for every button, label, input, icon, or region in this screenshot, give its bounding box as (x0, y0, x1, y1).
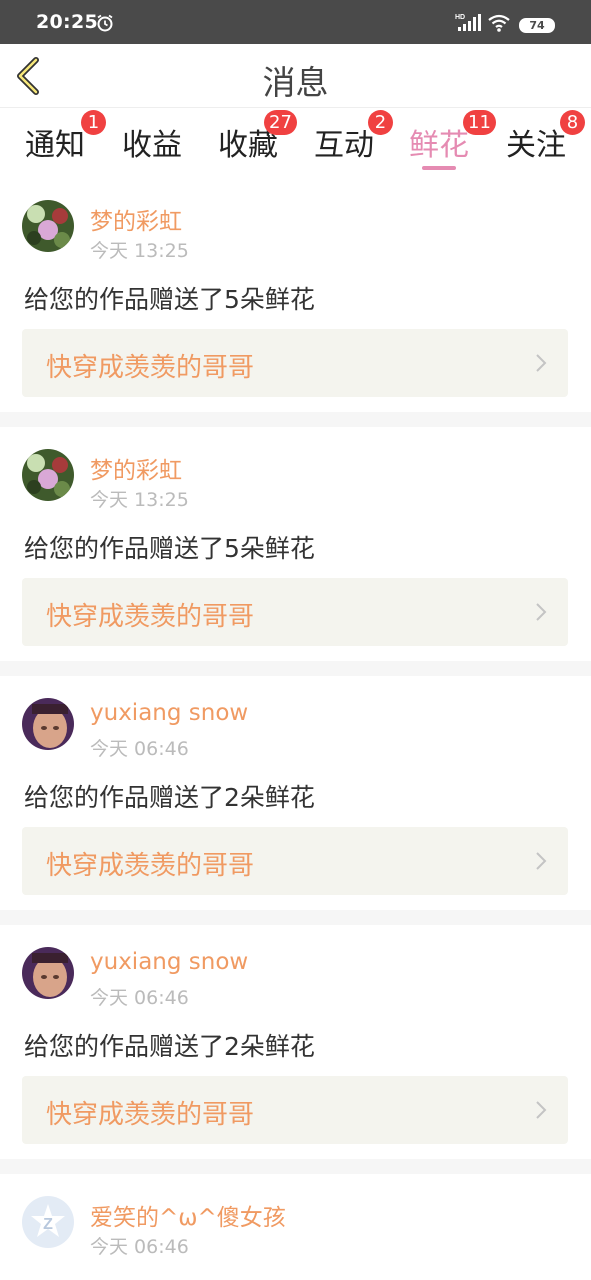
battery-icon: 74 (519, 18, 555, 33)
timestamp: 今天 13:25 (90, 240, 189, 262)
message-text: 给您的作品赠送了2朵鲜花 (24, 1032, 315, 1061)
tab-bar: 通知 1 收益 收藏 27 互动 2 鲜花 11 关注 8 (0, 110, 591, 176)
username[interactable]: yuxiang snow (90, 700, 248, 726)
svg-text:HD: HD (455, 14, 465, 21)
tab-label: 收益 (122, 128, 182, 163)
timestamp: 今天 13:25 (90, 489, 189, 511)
tab-earnings[interactable]: 收益 (112, 120, 192, 164)
tab-badge: 11 (463, 110, 496, 135)
message-text: 给您的作品赠送了5朵鲜花 (24, 534, 315, 563)
work-link[interactable]: 快穿成羡羡的哥哥 (22, 578, 568, 646)
tab-flowers[interactable]: 鲜花 11 (399, 110, 496, 164)
message-text: 给您的作品赠送了5朵鲜花 (24, 285, 315, 314)
list-item: yuxiang snow 今天 06:46 给您的作品赠送了2朵鲜花 快穿成羡羡… (0, 925, 591, 1159)
work-link[interactable]: 快穿成羡羡的哥哥 (22, 329, 568, 397)
divider (0, 412, 591, 428)
chevron-right-icon (536, 852, 547, 870)
status-bar: 20:25 HD 74 (0, 0, 591, 44)
svg-text:Z: Z (43, 1216, 53, 1233)
avatar[interactable] (22, 449, 74, 501)
active-tab-indicator (422, 166, 456, 170)
header: 消息 (0, 44, 591, 108)
list-item: yuxiang snow 今天 06:46 给您的作品赠送了2朵鲜花 快穿成羡羡… (0, 676, 591, 910)
chevron-right-icon (536, 603, 547, 621)
username[interactable]: 梦的彩虹 (90, 451, 182, 485)
tab-label: 互动 (314, 128, 374, 163)
avatar[interactable]: Z (22, 1196, 74, 1248)
username[interactable]: yuxiang snow (90, 949, 248, 975)
tab-badge: 1 (81, 110, 106, 135)
work-link[interactable]: 快穿成羡羡的哥哥 (22, 1076, 568, 1144)
tab-label: 关注 (506, 128, 566, 163)
work-title: 快穿成羡羡的哥哥 (46, 851, 255, 881)
timestamp: 今天 06:46 (90, 738, 189, 760)
divider (0, 661, 591, 677)
work-link[interactable]: 快穿成羡羡的哥哥 (22, 827, 568, 895)
tab-badge: 27 (264, 110, 297, 135)
tab-badge: 2 (368, 110, 393, 135)
page-title: 消息 (262, 63, 329, 102)
timestamp: 今天 06:46 (90, 1236, 189, 1258)
work-title: 快穿成羡羡的哥哥 (46, 353, 255, 383)
avatar[interactable] (22, 698, 74, 750)
work-title: 快穿成羡羡的哥哥 (46, 602, 255, 632)
timestamp: 今天 06:46 (90, 987, 189, 1009)
tab-following[interactable]: 关注 8 (496, 110, 585, 164)
tab-label: 鲜花 (409, 128, 469, 163)
wifi-icon (488, 14, 510, 32)
list-item: Z 爱笑的^ω^傻女孩 今天 06:46 (0, 1174, 591, 1280)
tab-notifications[interactable]: 通知 1 (15, 110, 106, 164)
hd-signal-icon: HD (455, 14, 481, 31)
divider (0, 910, 591, 926)
tab-interactions[interactable]: 互动 2 (304, 110, 393, 164)
message-text: 给您的作品赠送了2朵鲜花 (24, 783, 315, 812)
username[interactable]: 梦的彩虹 (90, 202, 182, 236)
tab-badge: 8 (560, 110, 585, 135)
chevron-right-icon (536, 1101, 547, 1119)
avatar[interactable] (22, 947, 74, 999)
tab-label: 通知 (25, 128, 85, 163)
chevron-right-icon (536, 354, 547, 372)
tab-favorites[interactable]: 收藏 27 (208, 110, 297, 164)
list-item: 梦的彩虹 今天 13:25 给您的作品赠送了5朵鲜花 快穿成羡羡的哥哥 (0, 427, 591, 661)
divider (0, 1159, 591, 1175)
alarm-icon (97, 14, 113, 32)
avatar[interactable] (22, 200, 74, 252)
list-item: 梦的彩虹 今天 13:25 给您的作品赠送了5朵鲜花 快穿成羡羡的哥哥 (0, 178, 591, 412)
work-title: 快穿成羡羡的哥哥 (46, 1100, 255, 1130)
tab-label: 收藏 (218, 128, 278, 163)
status-time: 20:25 (36, 11, 98, 33)
username[interactable]: 爱笑的^ω^傻女孩 (90, 1198, 286, 1232)
